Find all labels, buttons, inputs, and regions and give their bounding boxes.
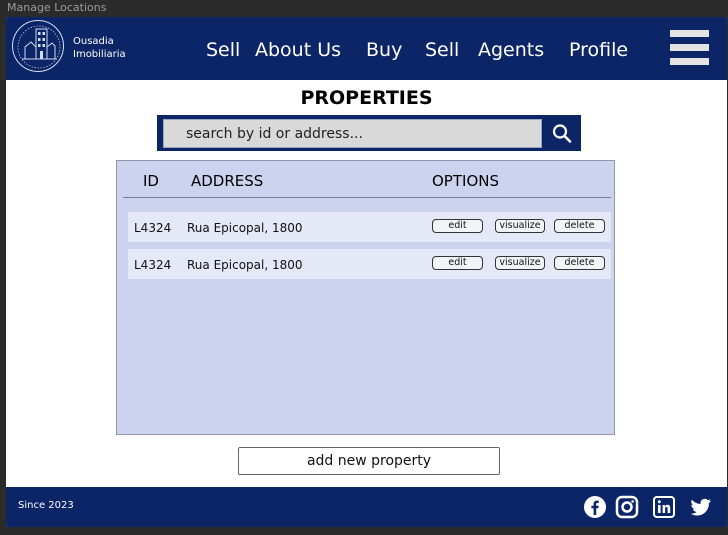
cell-id: L4324	[134, 221, 172, 235]
delete-button[interactable]: delete	[554, 219, 605, 233]
footer: Since 2023	[6, 487, 727, 527]
menu-bar	[670, 44, 709, 51]
properties-table: ID ADDRESS OPTIONS L4324 Rua Epicopal, 1…	[116, 160, 615, 435]
linkedin-icon[interactable]	[652, 495, 676, 519]
window-title: Manage Locations	[7, 1, 107, 14]
table-row: L4324 Rua Epicopal, 1800 edit visualize …	[128, 212, 611, 242]
twitter-icon[interactable]	[689, 495, 713, 519]
building-icon	[17, 25, 61, 69]
nav-item-about-us[interactable]: About Us	[255, 39, 341, 61]
search-icon	[552, 124, 572, 143]
app-frame: Ousadia Imobiliaria Sell About Us Buy Se…	[6, 17, 727, 527]
nav-item-buy[interactable]: Buy	[366, 39, 402, 61]
brand-line-2: Imobiliaria	[73, 49, 126, 60]
brand-logo[interactable]	[12, 20, 64, 72]
delete-button[interactable]: delete	[554, 256, 605, 270]
edit-button[interactable]: edit	[432, 219, 483, 233]
edit-button[interactable]: edit	[432, 256, 483, 270]
facebook-icon[interactable]	[583, 495, 607, 519]
nav-item-profile[interactable]: Profile	[569, 39, 628, 61]
cell-address: Rua Epicopal, 1800	[187, 258, 303, 272]
since-text: Since 2023	[18, 500, 74, 511]
hamburger-menu-icon[interactable]	[670, 30, 709, 66]
header-divider	[123, 197, 611, 198]
visualize-button[interactable]: visualize	[495, 256, 545, 270]
header: Ousadia Imobiliaria Sell About Us Buy Se…	[6, 17, 727, 80]
cell-address: Rua Epicopal, 1800	[187, 221, 303, 235]
cell-id: L4324	[134, 258, 172, 272]
search-button[interactable]	[545, 119, 579, 148]
table-row: L4324 Rua Epicopal, 1800 edit visualize …	[128, 249, 611, 279]
column-header-address: ADDRESS	[191, 172, 264, 190]
nav-item-sell-2[interactable]: Sell	[425, 39, 459, 61]
brand-name: Ousadia Imobiliaria	[73, 35, 126, 61]
column-header-id: ID	[143, 172, 159, 190]
add-property-button[interactable]: add new property	[238, 447, 500, 475]
page-title: PROPERTIES	[300, 87, 433, 109]
search-bar	[157, 115, 581, 151]
nav-item-sell[interactable]: Sell	[206, 39, 240, 61]
search-input[interactable]	[163, 119, 542, 148]
visualize-button[interactable]: visualize	[495, 219, 545, 233]
column-header-options: OPTIONS	[432, 172, 499, 190]
nav-item-agents[interactable]: Agents	[478, 39, 544, 61]
menu-bar	[670, 30, 709, 37]
menu-bar	[670, 58, 709, 65]
instagram-icon[interactable]	[615, 495, 639, 519]
brand-line-1: Ousadia	[73, 36, 114, 47]
